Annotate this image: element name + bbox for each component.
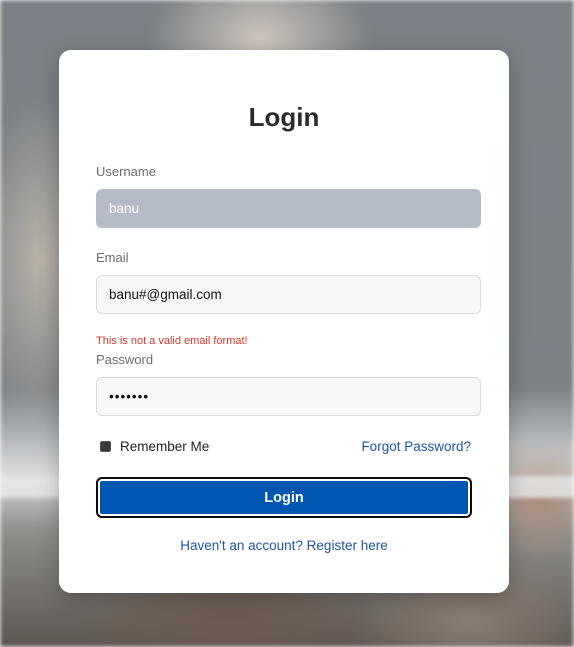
page-title: Login xyxy=(248,102,320,132)
password-label: Password xyxy=(96,352,154,367)
login-button[interactable]: Login xyxy=(96,477,472,518)
remember-me-toggle[interactable]: Remember Me xyxy=(100,439,209,454)
register-link[interactable]: Haven't an account? Register here xyxy=(59,538,509,553)
email-label: Email xyxy=(96,250,129,265)
username-field[interactable]: banu xyxy=(96,189,481,228)
email-error-message: This is not a valid email format! xyxy=(96,335,248,347)
remember-me-label: Remember Me xyxy=(120,439,210,454)
password-field[interactable]: ••••••• xyxy=(96,377,481,416)
email-field[interactable]: banu#@gmail.com xyxy=(96,275,481,314)
username-label: Username xyxy=(96,164,156,179)
forgot-password-link[interactable]: Forgot Password? xyxy=(361,439,471,454)
remember-me-checkbox[interactable] xyxy=(100,441,111,452)
login-card: Login Username banu Email banu#@gmail.co… xyxy=(59,50,509,593)
